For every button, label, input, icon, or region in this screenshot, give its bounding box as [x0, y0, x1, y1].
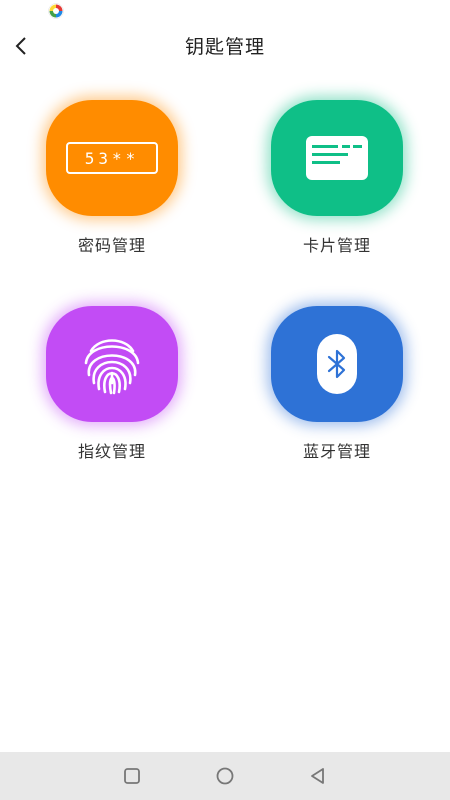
system-back-button[interactable]	[308, 766, 328, 786]
status-bar	[0, 0, 450, 24]
password-code: 53**	[66, 142, 158, 174]
card-management-tile[interactable]: 卡片管理	[257, 100, 417, 256]
bluetooth-icon	[317, 334, 357, 394]
home-circle-icon	[216, 767, 234, 785]
recents-button[interactable]	[122, 766, 142, 786]
home-button[interactable]	[215, 766, 235, 786]
bluetooth-management-tile[interactable]: 蓝牙管理	[257, 306, 417, 462]
fingerprint-management-label: 指纹管理	[77, 442, 146, 461]
header: 钥匙管理	[0, 24, 450, 68]
page-title: 钥匙管理	[184, 36, 265, 58]
fingerprint-management-tile[interactable]: 指纹管理	[32, 306, 192, 462]
system-nav-bar	[0, 752, 450, 800]
password-icon: 53**	[46, 100, 178, 216]
back-triangle-icon	[311, 768, 324, 784]
password-management-tile[interactable]: 53** 密码管理	[32, 100, 192, 256]
password-management-label: 密码管理	[77, 236, 146, 255]
bluetooth-icon-container	[271, 306, 403, 422]
card-management-label: 卡片管理	[302, 236, 371, 255]
fingerprint-icon	[46, 306, 178, 422]
card-icon	[271, 100, 403, 216]
recents-square-icon	[124, 768, 140, 784]
bluetooth-management-label: 蓝牙管理	[302, 442, 371, 461]
app-notification-icon	[48, 3, 64, 19]
